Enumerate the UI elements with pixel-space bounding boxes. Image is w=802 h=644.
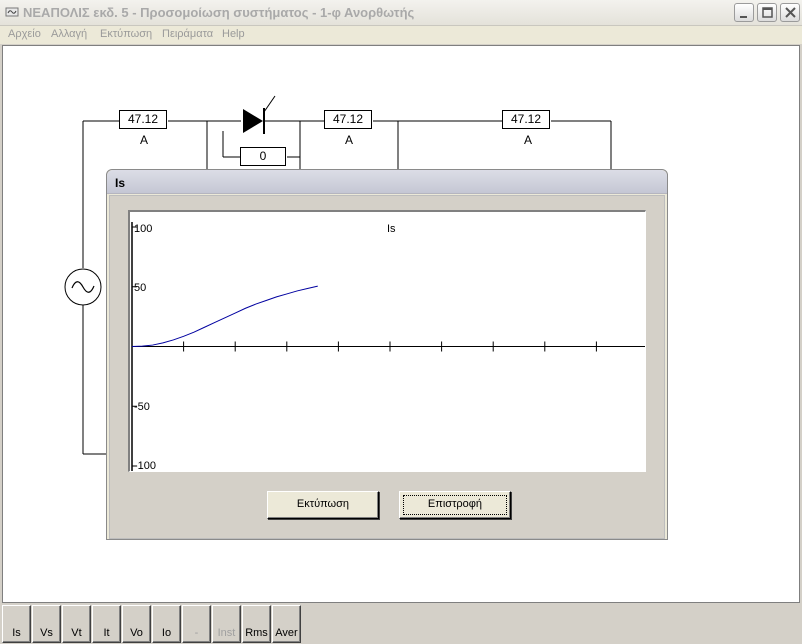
- menu-bar: Αρχείο Αλλαγή Εκτύπωση Πειράματα Help: [0, 26, 802, 44]
- ammeter-right-value: 47.12: [502, 110, 550, 129]
- menu-edit[interactable]: Αλλαγή: [51, 28, 87, 40]
- print-button[interactable]: Εκτύπωση: [267, 491, 379, 519]
- app-icon: [5, 7, 19, 17]
- ammeter-left-unit: A: [139, 133, 148, 147]
- y-tick-label: 100: [134, 223, 153, 235]
- firing-angle-field[interactable]: 0: [240, 147, 286, 166]
- ammeter-left-value: 47.12: [119, 110, 167, 129]
- ammeter-mid-unit: A: [344, 133, 353, 147]
- maximize-button[interactable]: [757, 3, 777, 22]
- toolbar-button-blank[interactable]: -: [182, 605, 211, 643]
- plot-dialog: Is 100 50 -50 -100 Is Εκτύπωση Επιστροφή: [106, 169, 668, 540]
- ammeter-right-unit: A: [523, 133, 532, 147]
- toolbar-button-vt[interactable]: Vt: [62, 605, 91, 643]
- return-button[interactable]: Επιστροφή: [399, 491, 511, 519]
- y-tick-label: 50: [134, 282, 147, 294]
- toolbar-button-aver[interactable]: Aver: [272, 605, 301, 643]
- waveform-chart: [131, 222, 645, 471]
- close-icon: [785, 7, 796, 18]
- close-button[interactable]: [780, 3, 800, 22]
- toolbar-button-rms[interactable]: Rms: [242, 605, 271, 643]
- menu-experiments[interactable]: Πειράματα: [162, 28, 213, 40]
- toolbar-button-vs[interactable]: Vs: [32, 605, 61, 643]
- print-button-label: Εκτύπωση: [296, 498, 350, 510]
- minimize-button[interactable]: [734, 3, 754, 22]
- menu-help[interactable]: Help: [222, 28, 245, 40]
- dialog-title: Is: [115, 176, 126, 190]
- ammeter-mid-value: 47.12: [324, 110, 372, 129]
- minimize-icon: [740, 16, 747, 18]
- waveform-toolbar: Is Vs Vt It Vo Io - Inst Rms Aver: [0, 604, 802, 644]
- plot-title: Is: [387, 223, 396, 235]
- menu-print[interactable]: Εκτύπωση: [100, 28, 152, 40]
- toolbar-button-is[interactable]: Is: [2, 605, 31, 643]
- y-tick-label: -50: [134, 401, 150, 413]
- series-line-0: [131, 285, 318, 347]
- window-title: ΝΕΑΠΟΛΙΣ εκδ. 5 - Προσομοίωση συστήματος…: [23, 5, 415, 20]
- maximize-icon: [762, 7, 773, 18]
- ac-source-icon: [64, 268, 102, 306]
- waveform-plot: 100 50 -50 -100 Is: [128, 210, 646, 472]
- y-tick-label: -100: [134, 460, 157, 472]
- toolbar-button-inst[interactable]: Inst: [212, 605, 241, 643]
- dialog-title-bar[interactable]: Is: [107, 170, 667, 194]
- dialog-body: 100 50 -50 -100 Is Εκτύπωση Επιστροφή: [109, 195, 665, 539]
- toolbar-button-io[interactable]: Io: [152, 605, 181, 643]
- toolbar-button-it[interactable]: It: [92, 605, 121, 643]
- thyristor-icon: [243, 95, 276, 134]
- menu-file[interactable]: Αρχείο: [8, 28, 41, 40]
- toolbar-button-vo[interactable]: Vo: [122, 605, 151, 643]
- title-bar: ΝΕΑΠΟΛΙΣ εκδ. 5 - Προσομοίωση συστήματος…: [0, 0, 802, 26]
